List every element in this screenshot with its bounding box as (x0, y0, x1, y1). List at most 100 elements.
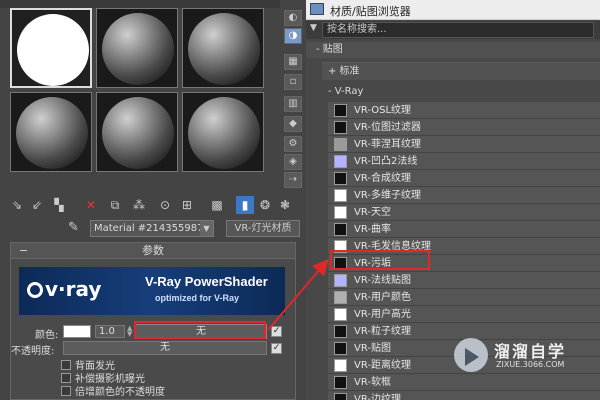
menu-dropdown-icon[interactable]: ▼ (310, 23, 317, 33)
map-item-label: VR-多维子纹理 (354, 190, 421, 201)
material-id-icon[interactable]: ⊙ (156, 196, 174, 214)
map-list-item[interactable]: VR-位图过滤器 (328, 119, 600, 136)
options-icon[interactable]: ⚙ (284, 136, 302, 152)
map-swatch-icon (334, 206, 347, 219)
delete-icon[interactable]: ✕ (82, 196, 100, 214)
map-swatch-icon (334, 359, 347, 372)
color-label: 颜色: (35, 330, 59, 341)
map-item-label: VR-OSL纹理 (354, 105, 412, 116)
sample-sphere (188, 97, 260, 169)
chevron-down-icon[interactable]: ▼ (200, 221, 213, 236)
sample-slot-3[interactable] (182, 8, 264, 88)
go-forward-icon[interactable]: ❃ (276, 196, 294, 214)
eyedropper-icon[interactable]: ✎ (68, 220, 84, 236)
sample-slot-6[interactable] (182, 92, 264, 172)
option-backside-emit[interactable]: 背面发光 (61, 357, 115, 372)
color-map-checkbox[interactable]: ✓ (271, 326, 282, 337)
opacity-map-checkbox[interactable]: ✓ (271, 343, 282, 354)
map-list-item[interactable]: VR-合成纹理 (328, 170, 600, 187)
map-swatch-icon (334, 291, 347, 304)
option-camera-exposure[interactable]: 补偿摄影机曝光 (61, 370, 145, 385)
category-maps[interactable]: - 贴图 (306, 42, 600, 58)
map-list-item[interactable]: VR-菲涅耳纹理 (328, 136, 600, 153)
map-swatch-icon (334, 308, 347, 321)
category-standard[interactable]: + 标准 (322, 62, 600, 80)
material-editor-panel: ◐ ◑ ▦ ▫ ▥ ◆ ⚙ ◈ ⇢ ⇘ ⇙ ▚ ✕ ⧉ ⁂ ⊙ ⊞ ▩ ▮ ❂ … (0, 0, 306, 400)
select-by-material-icon[interactable]: ◈ (284, 154, 302, 170)
map-item-label: VR-距离纹理 (354, 360, 411, 371)
side-toolbar: ◐ ◑ ▦ ▫ ▥ ◆ ⚙ ◈ ⇢ (282, 8, 304, 188)
show-end-icon[interactable]: ▮ (236, 196, 254, 214)
map-swatch-icon (334, 342, 347, 355)
map-item-label: VR-凹凸2法线 (354, 156, 418, 167)
browser-app-icon (310, 3, 324, 15)
option-label: 倍增颜色的不透明度 (75, 387, 165, 398)
map-list-item[interactable]: VR-用户颜色 (328, 289, 600, 306)
map-item-label: VR-贴图 (354, 343, 391, 354)
sample-slot-2[interactable] (96, 8, 178, 88)
checkbox[interactable] (61, 373, 71, 383)
go-to-parent-icon[interactable]: ❂ (256, 196, 274, 214)
map-item-label: VR-软框 (354, 377, 391, 388)
map-swatch-icon (334, 274, 347, 287)
checkbox[interactable] (61, 386, 71, 396)
map-item-label: VR-菲涅耳纹理 (354, 139, 421, 150)
sample-type-icon[interactable]: ◐ (284, 10, 302, 26)
sample-sphere (102, 13, 174, 85)
map-list-item[interactable]: VR-天空 (328, 204, 600, 221)
map-list-item[interactable]: VR-法线贴图 (328, 272, 600, 289)
category-vray[interactable]: - V-Ray (322, 84, 600, 100)
material-name-field[interactable]: Material #2143559871 (90, 220, 214, 237)
play-logo-icon (454, 338, 488, 372)
background-icon[interactable]: ▦ (284, 54, 302, 70)
opacity-map-button[interactable]: 无 (63, 341, 267, 355)
map-item-label: VR-用户高光 (354, 309, 411, 320)
sample-slot-5[interactable] (96, 92, 178, 172)
browser-title: 材质/贴图浏览器 (330, 5, 411, 18)
map-item-label: VR-粒子纹理 (354, 326, 411, 337)
map-swatch-icon (334, 172, 347, 185)
put-to-scene-icon[interactable]: ⇙ (28, 196, 46, 214)
unique-icon[interactable]: ⁂ (130, 196, 148, 214)
make-preview-icon[interactable]: ◆ (284, 116, 302, 132)
map-swatch-icon (334, 393, 347, 400)
sample-sphere (16, 97, 88, 169)
spinner-icon[interactable]: ▲ ▼ (127, 325, 133, 338)
map-swatch-icon (334, 121, 347, 134)
rollout-header[interactable]: − 参数 (11, 243, 295, 259)
search-input[interactable]: 按名称搜索... (322, 22, 594, 38)
map-list-item[interactable]: VR-凹凸2法线 (328, 153, 600, 170)
map-list-item[interactable]: VR-边纹理 (328, 391, 600, 400)
color-swatch[interactable] (63, 325, 91, 338)
sample-slot-4[interactable] (10, 92, 92, 172)
collapse-icon[interactable]: − (19, 243, 28, 259)
map-item-label: VR-天空 (354, 207, 391, 218)
uv-tile-icon[interactable]: ▫ (284, 74, 302, 90)
map-swatch-icon (334, 223, 347, 236)
map-swatch-icon (334, 325, 347, 338)
color-multiplier-input[interactable]: 1.0 (95, 325, 125, 338)
vray-banner: v·ray V-Ray PowerShader optimized for V-… (19, 267, 285, 315)
dirt-map-highlight-box (330, 250, 430, 270)
show-bg-icon[interactable]: ▩ (208, 196, 226, 214)
map-list-item[interactable]: VR-OSL纹理 (328, 102, 600, 119)
get-material-icon[interactable]: ⇘ (8, 196, 26, 214)
rollout-title: 参数 (142, 244, 164, 257)
map-list-item[interactable]: VR-曲率 (328, 221, 600, 238)
checkbox[interactable] (61, 360, 71, 370)
map-list-item[interactable]: VR-多维子纹理 (328, 187, 600, 204)
sample-sphere (17, 14, 89, 86)
backlight-icon[interactable]: ◑ (284, 28, 302, 44)
opacity-label: 不透明度: (11, 346, 55, 357)
copy-icon[interactable]: ⧉ (106, 196, 124, 214)
material-navigator-icon[interactable]: ⇢ (284, 172, 302, 188)
sample-sphere (102, 97, 174, 169)
sample-slot-1[interactable] (10, 8, 92, 88)
option-multiply-opacity[interactable]: 倍增颜色的不透明度 (61, 383, 165, 398)
material-type-button[interactable]: VR-灯光材质 (226, 220, 300, 237)
assign-icon[interactable]: ▚ (50, 196, 68, 214)
show-map-icon[interactable]: ⊞ (178, 196, 196, 214)
map-list-item[interactable]: VR-用户高光 (328, 306, 600, 323)
video-check-icon[interactable]: ▥ (284, 96, 302, 112)
horizontal-toolbar: ⇘ ⇙ ▚ ✕ ⧉ ⁂ ⊙ ⊞ ▩ ▮ ❂ ❃ (8, 196, 298, 216)
